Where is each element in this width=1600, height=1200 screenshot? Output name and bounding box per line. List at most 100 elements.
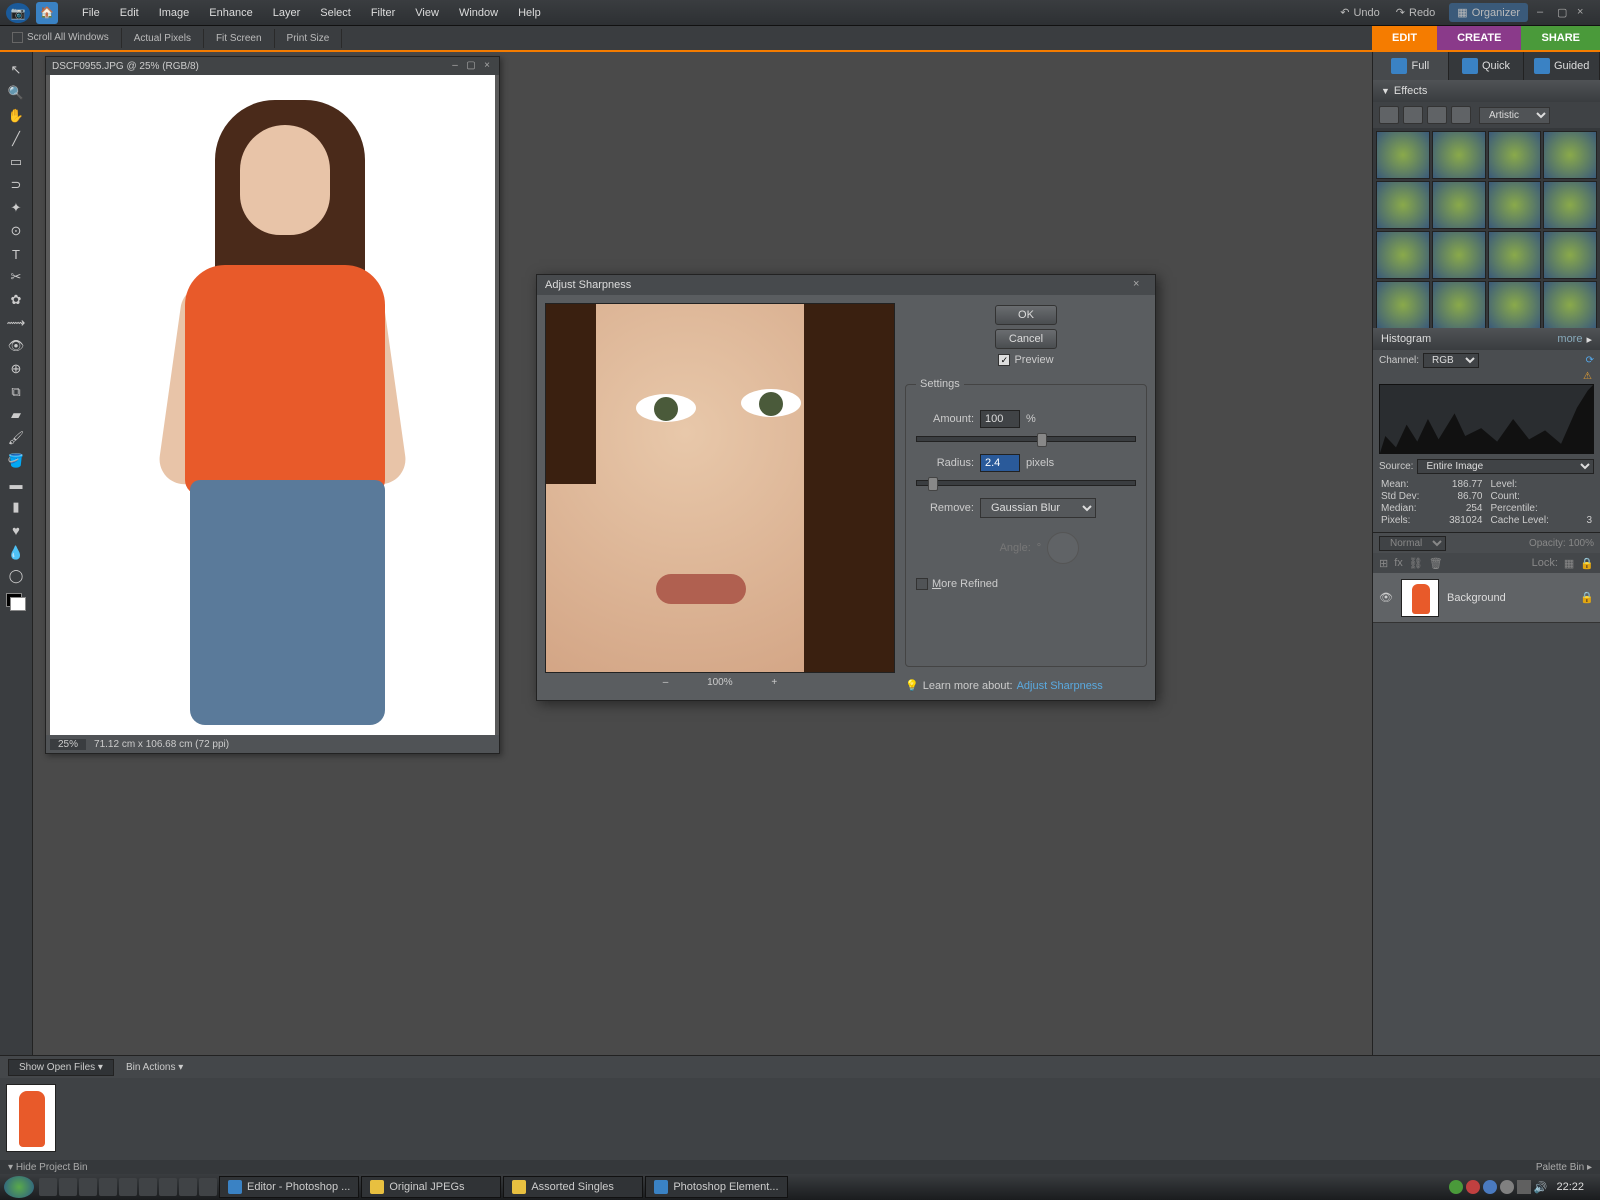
effect-thumbnail[interactable] — [1376, 131, 1430, 179]
effect-thumbnail[interactable] — [1488, 181, 1542, 229]
taskbar-task[interactable]: Photoshop Element... — [645, 1176, 787, 1198]
menu-help[interactable]: Help — [508, 3, 551, 23]
effects-category-select[interactable]: Artistic — [1479, 107, 1550, 124]
paint-bucket-tool-icon[interactable]: 🪣 — [3, 450, 29, 472]
eyedropper-tool-icon[interactable]: ╱ — [3, 128, 29, 150]
zoom-out-button[interactable]: – — [663, 677, 669, 688]
clone-tool-icon[interactable]: ⧉ — [3, 381, 29, 403]
ok-button[interactable]: OK — [995, 305, 1057, 325]
radius-input[interactable] — [980, 454, 1020, 472]
quicklaunch-icon[interactable] — [179, 1178, 197, 1196]
menu-image[interactable]: Image — [149, 3, 200, 23]
new-layer-icon[interactable]: ⊞ — [1379, 557, 1388, 570]
minimize-button[interactable]: – — [1537, 6, 1551, 20]
bin-actions-menu[interactable]: Bin Actions ▾ — [126, 1062, 183, 1073]
tab-edit[interactable]: EDIT — [1372, 26, 1437, 50]
custom-shape-tool-icon[interactable]: ♥ — [3, 519, 29, 541]
taskbar-task[interactable]: Assorted Singles — [503, 1176, 643, 1198]
menu-select[interactable]: Select — [310, 3, 361, 23]
taskbar-task[interactable]: Original JPEGs — [361, 1176, 501, 1198]
delete-layer-icon[interactable]: 🗑 — [1429, 557, 1443, 570]
zoom-in-button[interactable]: + — [771, 677, 777, 688]
blur-tool-icon[interactable]: 💧 — [3, 542, 29, 564]
scroll-all-checkbox[interactable]: Scroll All Windows — [0, 28, 122, 47]
volume-icon[interactable]: 🔊 — [1534, 1181, 1548, 1194]
dialog-close-icon[interactable]: × — [1133, 278, 1147, 292]
menu-window[interactable]: Window — [449, 3, 508, 23]
menu-layer[interactable]: Layer — [263, 3, 311, 23]
effect-thumbnail[interactable] — [1543, 131, 1597, 179]
quicklaunch-icon[interactable] — [99, 1178, 117, 1196]
organizer-button[interactable]: ▦Organizer — [1449, 3, 1528, 22]
effects-photo-icon[interactable] — [1427, 106, 1447, 124]
blend-mode-select[interactable]: Normal — [1379, 536, 1446, 551]
histogram-more-link[interactable]: more — [1557, 333, 1582, 345]
quicklaunch-icon[interactable] — [39, 1178, 57, 1196]
menu-view[interactable]: View — [405, 3, 449, 23]
lock-all-icon[interactable]: 🔒 — [1580, 557, 1594, 570]
effect-thumbnail[interactable] — [1543, 281, 1597, 328]
amount-slider[interactable] — [916, 436, 1136, 442]
effects-style-icon[interactable] — [1403, 106, 1423, 124]
effect-thumbnail[interactable] — [1432, 281, 1486, 328]
quicklaunch-icon[interactable] — [59, 1178, 77, 1196]
document-canvas[interactable] — [50, 75, 495, 735]
learn-more-link[interactable]: Adjust Sharpness — [1017, 680, 1103, 692]
source-select[interactable]: Entire Image — [1417, 459, 1594, 474]
hand-tool-icon[interactable]: ✋ — [3, 105, 29, 127]
zoom-level[interactable]: 25% — [50, 739, 86, 750]
channel-select[interactable]: RGB — [1423, 353, 1479, 368]
show-open-files-select[interactable]: Show Open Files ▾ — [8, 1059, 114, 1076]
gradient-tool-icon[interactable]: ▬ — [3, 473, 29, 495]
color-swatches[interactable] — [6, 593, 26, 611]
doc-maximize-icon[interactable]: ▢ — [465, 60, 477, 72]
effect-thumbnail[interactable] — [1543, 181, 1597, 229]
tray-icon[interactable] — [1466, 1180, 1480, 1194]
effect-thumbnail[interactable] — [1488, 281, 1542, 328]
quicklaunch-icon[interactable] — [79, 1178, 97, 1196]
tray-icon[interactable] — [1449, 1180, 1463, 1194]
quicklaunch-icon[interactable] — [199, 1178, 217, 1196]
lock-trans-icon[interactable]: ▦ — [1564, 557, 1574, 570]
healing-tool-icon[interactable]: ⊕ — [3, 358, 29, 380]
preview-checkbox[interactable]: ✓ — [998, 354, 1010, 366]
eraser-tool-icon[interactable]: ▰ — [3, 404, 29, 426]
quicklaunch-icon[interactable] — [119, 1178, 137, 1196]
crop-tool-icon[interactable]: ✂ — [3, 266, 29, 288]
mode-tab-guided[interactable]: Guided — [1524, 52, 1600, 80]
more-refined-checkbox[interactable] — [916, 578, 928, 590]
sponge-tool-icon[interactable]: ◯ — [3, 565, 29, 587]
quicklaunch-icon[interactable] — [139, 1178, 157, 1196]
effect-thumbnail[interactable] — [1376, 181, 1430, 229]
bin-thumbnail[interactable] — [6, 1084, 56, 1152]
effect-thumbnail[interactable] — [1543, 231, 1597, 279]
visibility-icon[interactable]: 👁 — [1379, 591, 1393, 604]
marquee-tool-icon[interactable]: ▭ — [3, 151, 29, 173]
straighten-tool-icon[interactable]: ⟿ — [3, 312, 29, 334]
effect-thumbnail[interactable] — [1376, 281, 1430, 328]
dialog-preview-image[interactable] — [545, 303, 895, 673]
cookie-cutter-tool-icon[interactable]: ✿ — [3, 289, 29, 311]
fit-screen-button[interactable]: Fit Screen — [204, 29, 275, 48]
home-button[interactable]: 🏠 — [36, 2, 58, 24]
tray-icon[interactable] — [1483, 1180, 1497, 1194]
taskbar-task[interactable]: Editor - Photoshop ... — [219, 1176, 359, 1198]
quicklaunch-icon[interactable] — [159, 1178, 177, 1196]
tray-icon[interactable] — [1500, 1180, 1514, 1194]
menu-edit[interactable]: Edit — [110, 3, 149, 23]
tab-share[interactable]: SHARE — [1521, 26, 1600, 50]
move-tool-icon[interactable]: ↖ — [3, 59, 29, 81]
palette-bin-button[interactable]: Palette Bin ▸ — [1536, 1162, 1592, 1173]
actual-pixels-button[interactable]: Actual Pixels — [122, 29, 204, 48]
start-button[interactable] — [4, 1176, 34, 1198]
menu-file[interactable]: File — [72, 3, 110, 23]
radius-slider[interactable] — [916, 480, 1136, 486]
redo-button[interactable]: ↷Redo — [1388, 4, 1444, 21]
tab-create[interactable]: CREATE — [1437, 26, 1521, 50]
zoom-tool-icon[interactable]: 🔍 — [3, 82, 29, 104]
effect-thumbnail[interactable] — [1488, 231, 1542, 279]
doc-minimize-icon[interactable]: – — [449, 60, 461, 72]
close-button[interactable]: × — [1577, 6, 1591, 20]
refresh-icon[interactable]: ⟳ — [1586, 355, 1594, 366]
shape-tool-icon[interactable]: ▮ — [3, 496, 29, 518]
